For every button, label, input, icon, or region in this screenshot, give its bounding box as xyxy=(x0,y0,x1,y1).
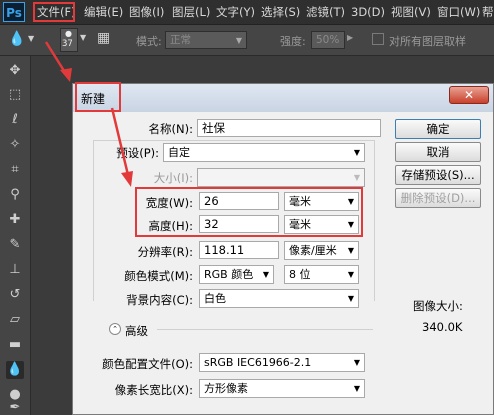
arrowhead-icon xyxy=(60,68,72,82)
arrow-title-to-dimensions xyxy=(110,107,130,176)
annotation-arrows xyxy=(44,41,133,187)
arrow-file-to-dialog xyxy=(44,41,68,75)
arrowhead-icon xyxy=(121,171,133,187)
